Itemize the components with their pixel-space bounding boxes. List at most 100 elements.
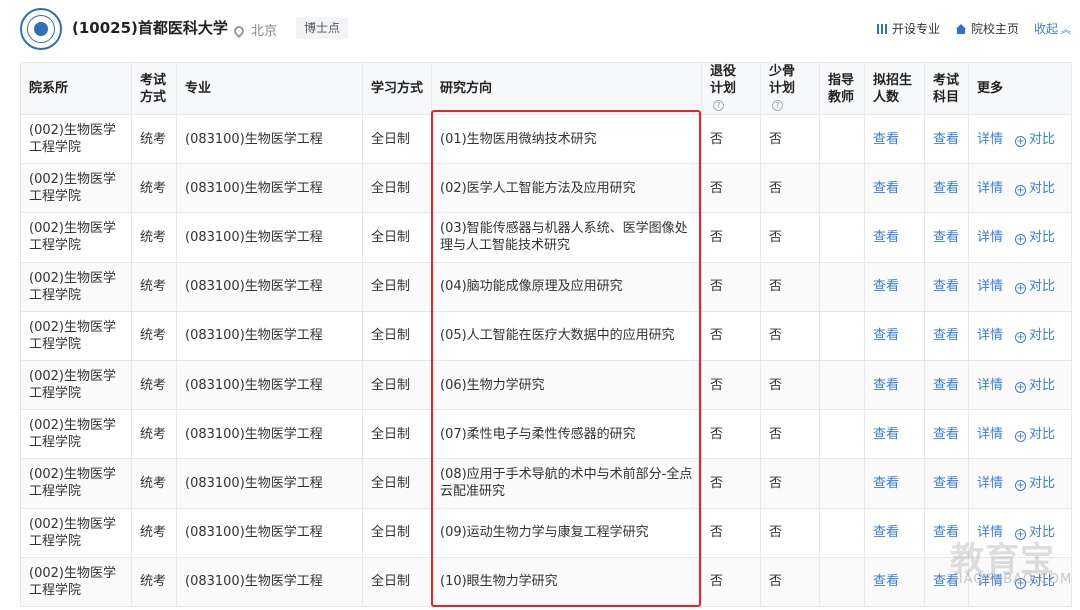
- cell-exam-method: 统考: [131, 261, 177, 312]
- collapse-button[interactable]: 收起 ︽: [1034, 20, 1071, 37]
- watermark: 教育宝 JIAOYUBAO.COM: [932, 532, 1072, 594]
- cell-exam-subjects: 查看: [924, 458, 969, 509]
- majors-icon: [877, 24, 887, 34]
- view-enrollment-link[interactable]: 查看: [873, 525, 899, 540]
- cell-major: (083100)生物医学工程: [176, 113, 363, 165]
- view-enrollment-link[interactable]: 查看: [873, 476, 899, 491]
- cell-study-mode: 全日制: [362, 458, 432, 509]
- cell-enrollment: 查看: [864, 458, 925, 509]
- view-enrollment-link[interactable]: 查看: [873, 378, 899, 393]
- details-link[interactable]: 详情: [977, 427, 1003, 442]
- question-icon[interactable]: ?: [713, 100, 724, 111]
- view-exam-subjects-link[interactable]: 查看: [933, 378, 959, 393]
- cell-study-mode: 全日制: [362, 359, 432, 411]
- cell-enrollment: 查看: [864, 113, 925, 165]
- cell-exam-method: 统考: [131, 507, 177, 558]
- details-link[interactable]: 详情: [977, 230, 1003, 245]
- cell-more: 详情 + 对比: [968, 261, 1072, 312]
- plus-circle-icon: +: [1015, 332, 1027, 344]
- cell-minority-plan: 否: [760, 409, 820, 460]
- cell-major: (083100)生物医学工程: [176, 310, 363, 361]
- location-pin-icon: [231, 23, 247, 39]
- cell-department: (002)生物医学工程学院: [20, 163, 132, 214]
- view-exam-subjects-link[interactable]: 查看: [933, 328, 959, 343]
- cell-department: (002)生物医学工程学院: [20, 409, 132, 460]
- cell-exam-method: 统考: [131, 212, 177, 263]
- cell-exam-subjects: 查看: [924, 163, 969, 214]
- col-minority-plan: 少骨计划?: [760, 62, 820, 115]
- cell-minority-plan: 否: [760, 261, 820, 312]
- compare-button[interactable]: + 对比: [1003, 279, 1055, 295]
- compare-button[interactable]: + 对比: [1003, 132, 1055, 147]
- table-row: (002)生物医学工程学院 统考 (083100)生物医学工程 全日制 (06)生物力学…: [20, 359, 1072, 411]
- details-link[interactable]: 详情: [977, 378, 1003, 393]
- cell-exam-method: 统考: [131, 310, 177, 361]
- view-exam-subjects-link[interactable]: 查看: [933, 230, 959, 245]
- school-name[interactable]: (10025)首都医科大学: [72, 17, 228, 38]
- view-enrollment-link[interactable]: 查看: [873, 279, 899, 294]
- view-enrollment-link[interactable]: 查看: [873, 427, 899, 442]
- plus-circle-icon: +: [1015, 283, 1027, 295]
- open-majors-label: 开设专业: [892, 22, 941, 36]
- compare-button[interactable]: + 对比: [1003, 230, 1055, 245]
- cell-retired-plan: 否: [701, 113, 761, 165]
- cell-retired-plan: 否: [701, 458, 761, 509]
- table-row: (002)生物医学工程学院 统考 (083100)生物医学工程 全日制 (08)应用于手…: [20, 458, 1072, 509]
- compare-button[interactable]: + 对比: [1003, 427, 1055, 442]
- details-link[interactable]: 详情: [977, 132, 1003, 147]
- compare-label: 对比: [1029, 475, 1056, 491]
- cell-retired-plan: 否: [701, 507, 761, 558]
- view-enrollment-link[interactable]: 查看: [873, 230, 899, 245]
- cell-research-direction: (01)生物医用微纳技术研究: [431, 113, 702, 165]
- view-exam-subjects-link[interactable]: 查看: [933, 132, 959, 147]
- compare-button[interactable]: + 对比: [1003, 181, 1055, 196]
- view-exam-subjects-link[interactable]: 查看: [933, 427, 959, 442]
- view-exam-subjects-link[interactable]: 查看: [933, 476, 959, 491]
- cell-minority-plan: 否: [760, 359, 820, 411]
- cell-retired-plan: 否: [701, 212, 761, 263]
- question-icon[interactable]: ?: [772, 100, 783, 111]
- view-enrollment-link[interactable]: 查看: [873, 181, 899, 196]
- cell-department: (002)生物医学工程学院: [20, 507, 132, 558]
- cell-more: 详情 + 对比: [968, 458, 1072, 509]
- view-exam-subjects-link[interactable]: 查看: [933, 279, 959, 294]
- cell-retired-plan: 否: [701, 310, 761, 361]
- cell-more: 详情 + 对比: [968, 113, 1072, 165]
- program-table: 院系所 考试方式 专业 学习方式 研究方向 退役计划? 少骨计划? 指导教师 拟…: [20, 62, 1072, 607]
- compare-button[interactable]: + 对比: [1003, 476, 1055, 491]
- cell-major: (083100)生物医学工程: [176, 212, 363, 263]
- cell-major: (083100)生物医学工程: [176, 359, 363, 411]
- cell-study-mode: 全日制: [362, 163, 432, 214]
- col-department: 院系所: [20, 62, 132, 115]
- details-link[interactable]: 详情: [977, 328, 1003, 343]
- table-row: (002)生物医学工程学院 统考 (083100)生物医学工程 全日制 (01)生物医用…: [20, 113, 1072, 165]
- school-homepage-link[interactable]: 院校主页: [956, 20, 1019, 37]
- view-enrollment-link[interactable]: 查看: [873, 574, 899, 589]
- cell-study-mode: 全日制: [362, 409, 432, 460]
- details-link[interactable]: 详情: [977, 279, 1003, 294]
- open-majors-link[interactable]: 开设专业: [877, 20, 940, 37]
- view-enrollment-link[interactable]: 查看: [873, 132, 899, 147]
- compare-label: 对比: [1029, 377, 1056, 393]
- cell-minority-plan: 否: [760, 458, 820, 509]
- cell-supervisor: [819, 458, 865, 509]
- details-link[interactable]: 详情: [977, 476, 1003, 491]
- cell-exam-subjects: 查看: [924, 261, 969, 312]
- cell-minority-plan: 否: [760, 310, 820, 361]
- cell-department: (002)生物医学工程学院: [20, 113, 132, 165]
- cell-research-direction: (07)柔性电子与柔性传感器的研究: [431, 409, 702, 460]
- cell-department: (002)生物医学工程学院: [20, 261, 132, 312]
- view-exam-subjects-link[interactable]: 查看: [933, 181, 959, 196]
- cell-study-mode: 全日制: [362, 113, 432, 165]
- cell-study-mode: 全日制: [362, 261, 432, 312]
- details-link[interactable]: 详情: [977, 181, 1003, 196]
- degree-badge: 博士点: [296, 17, 349, 39]
- table-row: (002)生物医学工程学院 统考 (083100)生物医学工程 全日制 (04)脑功能成…: [20, 261, 1072, 312]
- compare-button[interactable]: + 对比: [1003, 378, 1055, 393]
- cell-research-direction: (03)智能传感器与机器人系统、医学图像处理与人工智能技术研究: [431, 212, 702, 263]
- watermark-url: JIAOYUBAO.COM: [954, 572, 1073, 587]
- compare-button[interactable]: + 对比: [1003, 328, 1055, 344]
- view-enrollment-link[interactable]: 查看: [873, 328, 899, 343]
- cell-exam-subjects: 查看: [924, 359, 969, 411]
- home-icon: [956, 24, 966, 34]
